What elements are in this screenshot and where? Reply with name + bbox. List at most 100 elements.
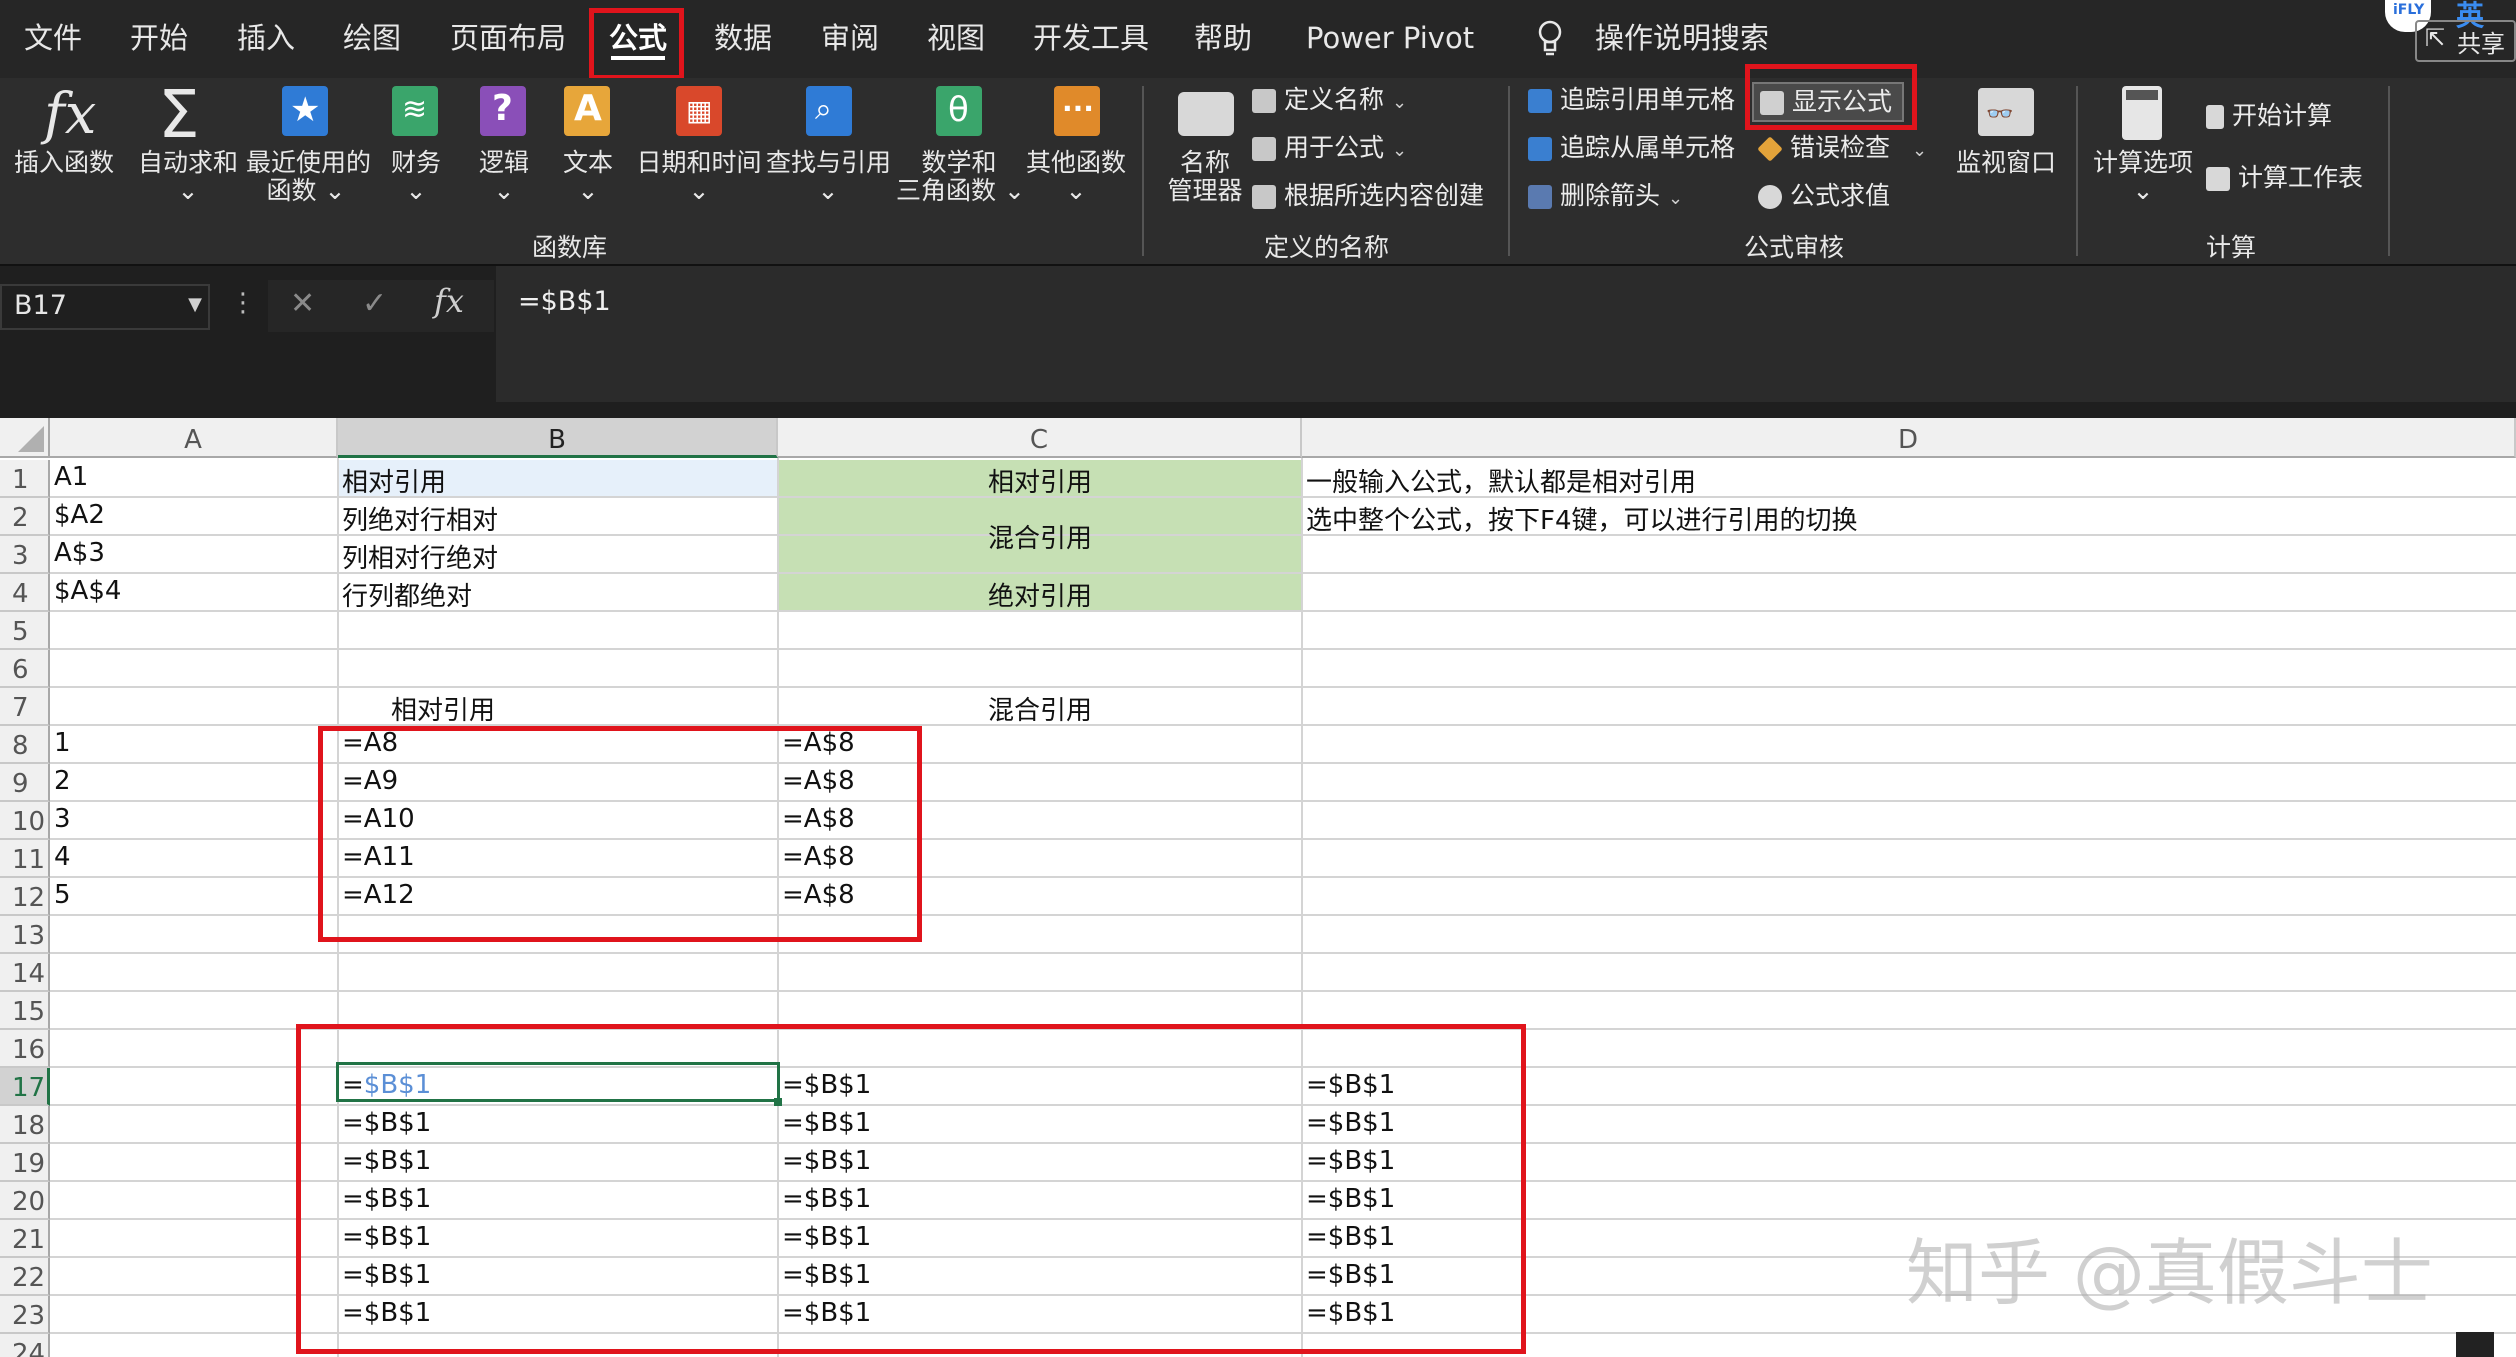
formula-bar: B17 ▼ ⋮ ✕ ✓ fx =$B$1 bbox=[0, 266, 2516, 402]
use-in-formula-button[interactable]: 用于公式 ⌄ bbox=[1252, 130, 1407, 166]
cell-a3[interactable]: A$3 bbox=[50, 538, 105, 568]
financial-button[interactable]: ≋ 财务 ⌄ bbox=[376, 78, 456, 228]
cell-d1[interactable]: 一般输入公式，默认都是相对引用 bbox=[1302, 462, 1696, 499]
cell-a4[interactable]: $A$4 bbox=[50, 576, 121, 606]
use-in-formula-label: 用于公式 bbox=[1284, 133, 1385, 162]
calc-now-label: 开始计算 bbox=[2232, 101, 2333, 130]
tab-file[interactable]: 文件 bbox=[24, 16, 82, 60]
row-header[interactable]: 9 bbox=[0, 764, 50, 802]
insert-function-button[interactable]: fx 插入函数 bbox=[14, 78, 124, 228]
row-header[interactable]: 5 bbox=[0, 612, 50, 650]
absolute-reference-highlight bbox=[296, 1024, 1526, 1354]
logical-button[interactable]: ? 逻辑 ⌄ bbox=[464, 78, 544, 228]
calc-sheet-button[interactable]: 计算工作表 bbox=[2206, 160, 2363, 196]
row-header[interactable]: 17 bbox=[0, 1068, 50, 1106]
cell-a8[interactable]: 1 bbox=[50, 728, 71, 758]
row-header[interactable]: 10 bbox=[0, 802, 50, 840]
cell-b7[interactable]: 相对引用 bbox=[338, 690, 548, 727]
trace-precedents-button[interactable]: 追踪引用单元格 bbox=[1528, 82, 1735, 118]
more-options-icon[interactable]: ⋮ bbox=[230, 288, 256, 318]
insert-function-label: 插入函数 bbox=[14, 148, 115, 177]
row-header[interactable]: 21 bbox=[0, 1220, 50, 1258]
remove-arrows-button[interactable]: 删除箭头 ⌄ bbox=[1528, 178, 1683, 214]
tab-draw[interactable]: 绘图 bbox=[343, 16, 401, 60]
cell-a10[interactable]: 3 bbox=[50, 804, 71, 834]
row-header[interactable]: 7 bbox=[0, 688, 50, 726]
row-header[interactable]: 23 bbox=[0, 1296, 50, 1334]
tab-home[interactable]: 开始 bbox=[130, 16, 188, 60]
error-checking-button[interactable]: 错误检查 ⌄ bbox=[1757, 130, 1927, 166]
share-button[interactable]: ⇱ 共享 bbox=[2415, 20, 2516, 62]
row-header[interactable]: 16 bbox=[0, 1030, 50, 1068]
row-header[interactable]: 8 bbox=[0, 726, 50, 764]
cancel-icon[interactable]: ✕ bbox=[290, 286, 315, 321]
autosum-button[interactable]: Σ 自动求和 ⌄ bbox=[138, 76, 238, 228]
select-all-corner[interactable] bbox=[0, 418, 50, 458]
chevron-down-icon[interactable]: ▼ bbox=[188, 294, 202, 315]
row-header[interactable]: 3 bbox=[0, 536, 50, 574]
more-functions-button[interactable]: ··· 其他函数 ⌄ bbox=[1024, 78, 1128, 228]
cell-b1[interactable]: 相对引用 bbox=[338, 462, 446, 499]
row-header[interactable]: 2 bbox=[0, 498, 50, 536]
cell-b4[interactable]: 行列都绝对 bbox=[338, 576, 472, 613]
lookup-reference-button[interactable]: ⌕ 查找与引用 ⌄ bbox=[766, 78, 891, 228]
text-book-icon: A bbox=[564, 86, 610, 136]
cell-a1[interactable]: A1 bbox=[50, 462, 88, 492]
recently-used-button[interactable]: ★ 最近使用的 函数 ⌄ bbox=[246, 78, 371, 228]
name-box[interactable]: B17 ▼ bbox=[0, 284, 210, 330]
share-icon: ⇱ bbox=[2425, 24, 2446, 52]
row-header[interactable]: 24 bbox=[0, 1334, 50, 1357]
row-header[interactable]: 1 bbox=[0, 460, 50, 498]
cell-d2[interactable]: 选中整个公式，按下F4键，可以进行引用的切换 bbox=[1302, 500, 1858, 537]
row-header[interactable]: 22 bbox=[0, 1258, 50, 1296]
tab-page-layout[interactable]: 页面布局 bbox=[450, 16, 566, 60]
cell-c7[interactable]: 混合引用 bbox=[778, 690, 1302, 727]
insert-function-icon[interactable]: fx bbox=[434, 282, 464, 320]
tab-power-pivot[interactable]: Power Pivot bbox=[1306, 16, 1474, 60]
cell-a2[interactable]: $A2 bbox=[50, 500, 105, 530]
row-header[interactable]: 15 bbox=[0, 992, 50, 1030]
cell-b2[interactable]: 列绝对行相对 bbox=[338, 500, 498, 537]
cell-c4[interactable]: 绝对引用 bbox=[778, 576, 1302, 613]
calc-options-button[interactable]: 计算选项 ⌄ bbox=[2090, 78, 2196, 228]
row-header[interactable]: 13 bbox=[0, 916, 50, 954]
name-manager-button[interactable]: 名称 管理器 bbox=[1160, 78, 1260, 228]
confirm-icon[interactable]: ✓ bbox=[362, 286, 387, 321]
tab-data[interactable]: 数据 bbox=[714, 16, 772, 60]
tab-help[interactable]: 帮助 bbox=[1194, 16, 1252, 60]
row-header[interactable]: 18 bbox=[0, 1106, 50, 1144]
define-name-button[interactable]: 定义名称 ⌄ bbox=[1252, 82, 1407, 118]
cell-a11[interactable]: 4 bbox=[50, 842, 71, 872]
row-header[interactable]: 12 bbox=[0, 878, 50, 916]
tab-review[interactable]: 审阅 bbox=[821, 16, 879, 60]
row-header[interactable]: 4 bbox=[0, 574, 50, 612]
tab-insert[interactable]: 插入 bbox=[237, 16, 295, 60]
date-time-button[interactable]: ▦ 日期和时间 ⌄ bbox=[634, 78, 764, 228]
math-trig-button[interactable]: θ 数学和 三角函数 ⌄ bbox=[896, 78, 1025, 228]
column-header-c[interactable]: C bbox=[778, 418, 1302, 458]
row-header[interactable]: 11 bbox=[0, 840, 50, 878]
column-header-d[interactable]: D bbox=[1302, 418, 2516, 458]
row-header[interactable]: 19 bbox=[0, 1144, 50, 1182]
column-header-b[interactable]: B bbox=[338, 418, 778, 458]
tab-developer[interactable]: 开发工具 bbox=[1033, 16, 1149, 60]
text-button[interactable]: A 文本 ⌄ bbox=[548, 78, 628, 228]
tab-view[interactable]: 视图 bbox=[927, 16, 985, 60]
create-from-selection-button[interactable]: 根据所选内容创建 bbox=[1252, 178, 1484, 214]
row-header[interactable]: 6 bbox=[0, 650, 50, 688]
search-box[interactable]: 操作说明搜索 bbox=[1595, 16, 1769, 60]
formula-input[interactable]: =$B$1 bbox=[496, 266, 2516, 402]
trace-dependents-button[interactable]: 追踪从属单元格 bbox=[1528, 130, 1735, 166]
cell-a9[interactable]: 2 bbox=[50, 766, 71, 796]
cell-a12[interactable]: 5 bbox=[50, 880, 71, 910]
row-header[interactable]: 20 bbox=[0, 1182, 50, 1220]
column-header-a[interactable]: A bbox=[50, 418, 338, 458]
cell-c2-merged[interactable]: 混合引用 bbox=[778, 518, 1302, 555]
row-header[interactable]: 14 bbox=[0, 954, 50, 992]
cell-c1[interactable]: 相对引用 bbox=[778, 462, 1302, 499]
cell-b3[interactable]: 列相对行绝对 bbox=[338, 538, 498, 575]
evaluate-formula-button[interactable]: 公式求值 bbox=[1758, 178, 1890, 214]
status-icon[interactable] bbox=[2456, 1332, 2494, 1357]
calc-now-button[interactable]: 开始计算 bbox=[2206, 98, 2332, 134]
watch-window-button[interactable]: 👓 监视窗口 bbox=[1948, 78, 2068, 228]
